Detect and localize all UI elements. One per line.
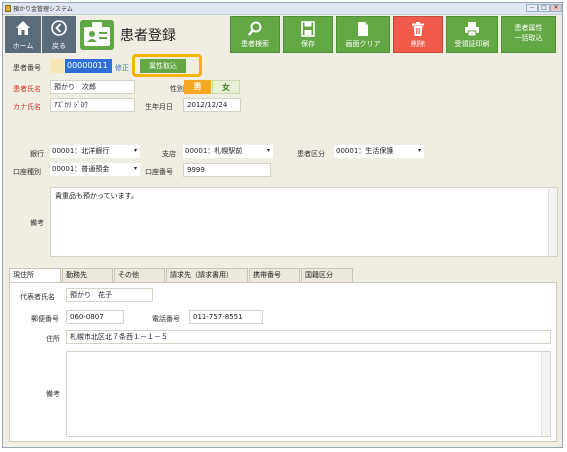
address-memo-textarea[interactable] <box>66 351 551 437</box>
save-label: 保存 <box>301 40 315 48</box>
gender-male-button[interactable]: 男 <box>184 80 211 94</box>
bank-select[interactable]: 00001：北洋銀行 ▾ <box>50 145 140 158</box>
memo-text: 貴重品も預かっています。 <box>55 192 138 200</box>
tab-workplace[interactable]: 勤務先 <box>62 268 113 282</box>
address-field[interactable]: 札幌市北区北７条西１－１－５ <box>66 330 551 344</box>
patient-class-select[interactable]: 00001：生活保護 ▾ <box>334 145 424 158</box>
page-title: 患者登録 <box>120 28 176 44</box>
close-window-button[interactable]: ✕ <box>550 4 562 12</box>
save-disk-icon <box>301 21 315 37</box>
patient-search-label: 患者検索 <box>241 40 269 48</box>
zip-label: 郵便番号 <box>31 315 59 323</box>
patient-search-button[interactable]: 患者検索 <box>230 16 280 53</box>
home-label: ホーム <box>12 42 34 50</box>
app-icon <box>5 5 11 12</box>
print-receipt-button[interactable]: 受領証印刷 <box>446 16 498 53</box>
kana-name-label: カナ氏名 <box>13 103 41 111</box>
account-type-select[interactable]: 00001：普通預金 ▾ <box>50 163 140 176</box>
memo-scrollbar[interactable] <box>548 188 557 256</box>
tab-current-address[interactable]: 現住所 <box>9 268 61 282</box>
address-label: 住所 <box>46 335 60 343</box>
home-icon <box>16 21 30 35</box>
tab-billing[interactable]: 請求先（請求書用） <box>166 268 248 282</box>
minimize-button[interactable]: ‒ <box>526 4 538 12</box>
representative-field[interactable]: 預かり 花子 <box>66 288 153 302</box>
representative-label: 代表者氏名 <box>20 293 55 301</box>
delete-button[interactable]: 削除 <box>393 16 443 53</box>
phone-field[interactable]: 011-757-8551 <box>189 310 263 324</box>
tab-other[interactable]: その他 <box>114 268 165 282</box>
chevron-down-icon: ▾ <box>133 165 137 172</box>
account-type-label: 口座種別 <box>13 168 41 176</box>
patient-no-field[interactable]: 00000011 <box>65 59 112 73</box>
phone-label: 電話番号 <box>152 315 180 323</box>
save-button[interactable]: 保存 <box>283 16 333 53</box>
back-label: 戻る <box>52 42 66 50</box>
dob-field[interactable]: 2012/12/24 <box>183 98 241 112</box>
dob-label: 生年月日 <box>145 103 173 111</box>
trash-icon <box>412 22 424 36</box>
back-arrow-icon <box>51 20 67 36</box>
printer-icon <box>465 22 479 37</box>
patient-class-label: 患者区分 <box>297 150 325 158</box>
blank-document-icon <box>358 22 368 36</box>
search-icon <box>248 21 262 36</box>
bulk-import-label-1: 患者属性 <box>514 24 543 32</box>
gender-label: 性別 <box>170 85 184 93</box>
kana-name-field[interactable]: ｱｽﾞｶﾘ ｼﾞﾛｳ <box>50 98 135 112</box>
chevron-down-icon: ▾ <box>417 147 421 154</box>
window-title: 預かり金管理システム <box>13 6 73 13</box>
attr-import-button[interactable]: 属性取込 <box>140 59 186 73</box>
clear-screen-button[interactable]: 画面クリア <box>336 16 390 53</box>
back-button[interactable]: 戻る <box>42 16 76 53</box>
delete-label: 削除 <box>411 40 425 48</box>
memo-label: 備考 <box>30 219 44 227</box>
gender-female-button[interactable]: 女 <box>212 80 240 94</box>
branch-select[interactable]: 00001：札幌駅前 ▾ <box>183 145 273 158</box>
zip-field[interactable]: 060-0807 <box>66 310 124 324</box>
branch-label: 支店 <box>162 150 176 158</box>
window-titlebar: 預かり金管理システム <box>3 3 562 15</box>
chevron-down-icon: ▾ <box>133 147 137 154</box>
patient-no-prefix <box>50 59 64 73</box>
memo-textarea[interactable]: 貴重品も預かっています。 <box>50 187 558 257</box>
account-type-value: 00001：普通預金 <box>52 165 110 173</box>
tab-mobile[interactable]: 携帯番号 <box>249 268 300 282</box>
patient-name-label: 患者氏名 <box>13 85 41 93</box>
bulk-import-button[interactable]: 患者属性 一括取込 <box>501 16 556 53</box>
bank-label: 銀行 <box>30 150 44 158</box>
patient-name-field[interactable]: 預かり 次郎 <box>50 80 135 94</box>
maximize-button[interactable]: □ <box>538 4 550 12</box>
patient-no-label: 患者番号 <box>13 64 41 72</box>
home-button[interactable]: ホーム <box>5 16 41 53</box>
tab-nationality[interactable]: 国籍区分 <box>301 268 353 282</box>
branch-value: 00001：札幌駅前 <box>185 147 243 155</box>
account-no-field[interactable]: 9999 <box>183 163 271 177</box>
chevron-down-icon: ▾ <box>266 147 270 154</box>
print-receipt-label: 受領証印刷 <box>454 40 490 48</box>
clear-screen-label: 画面クリア <box>345 40 381 48</box>
address-memo-scrollbar[interactable] <box>541 352 550 436</box>
account-no-label: 口座番号 <box>145 168 173 176</box>
edit-link[interactable]: 修正 <box>115 63 129 73</box>
patient-class-value: 00001：生活保護 <box>336 147 394 155</box>
address-memo-label: 備考 <box>46 390 60 398</box>
bulk-import-label-2: 一括取込 <box>514 34 543 42</box>
bank-value: 00001：北洋銀行 <box>52 147 110 155</box>
patient-card-icon <box>80 20 114 50</box>
